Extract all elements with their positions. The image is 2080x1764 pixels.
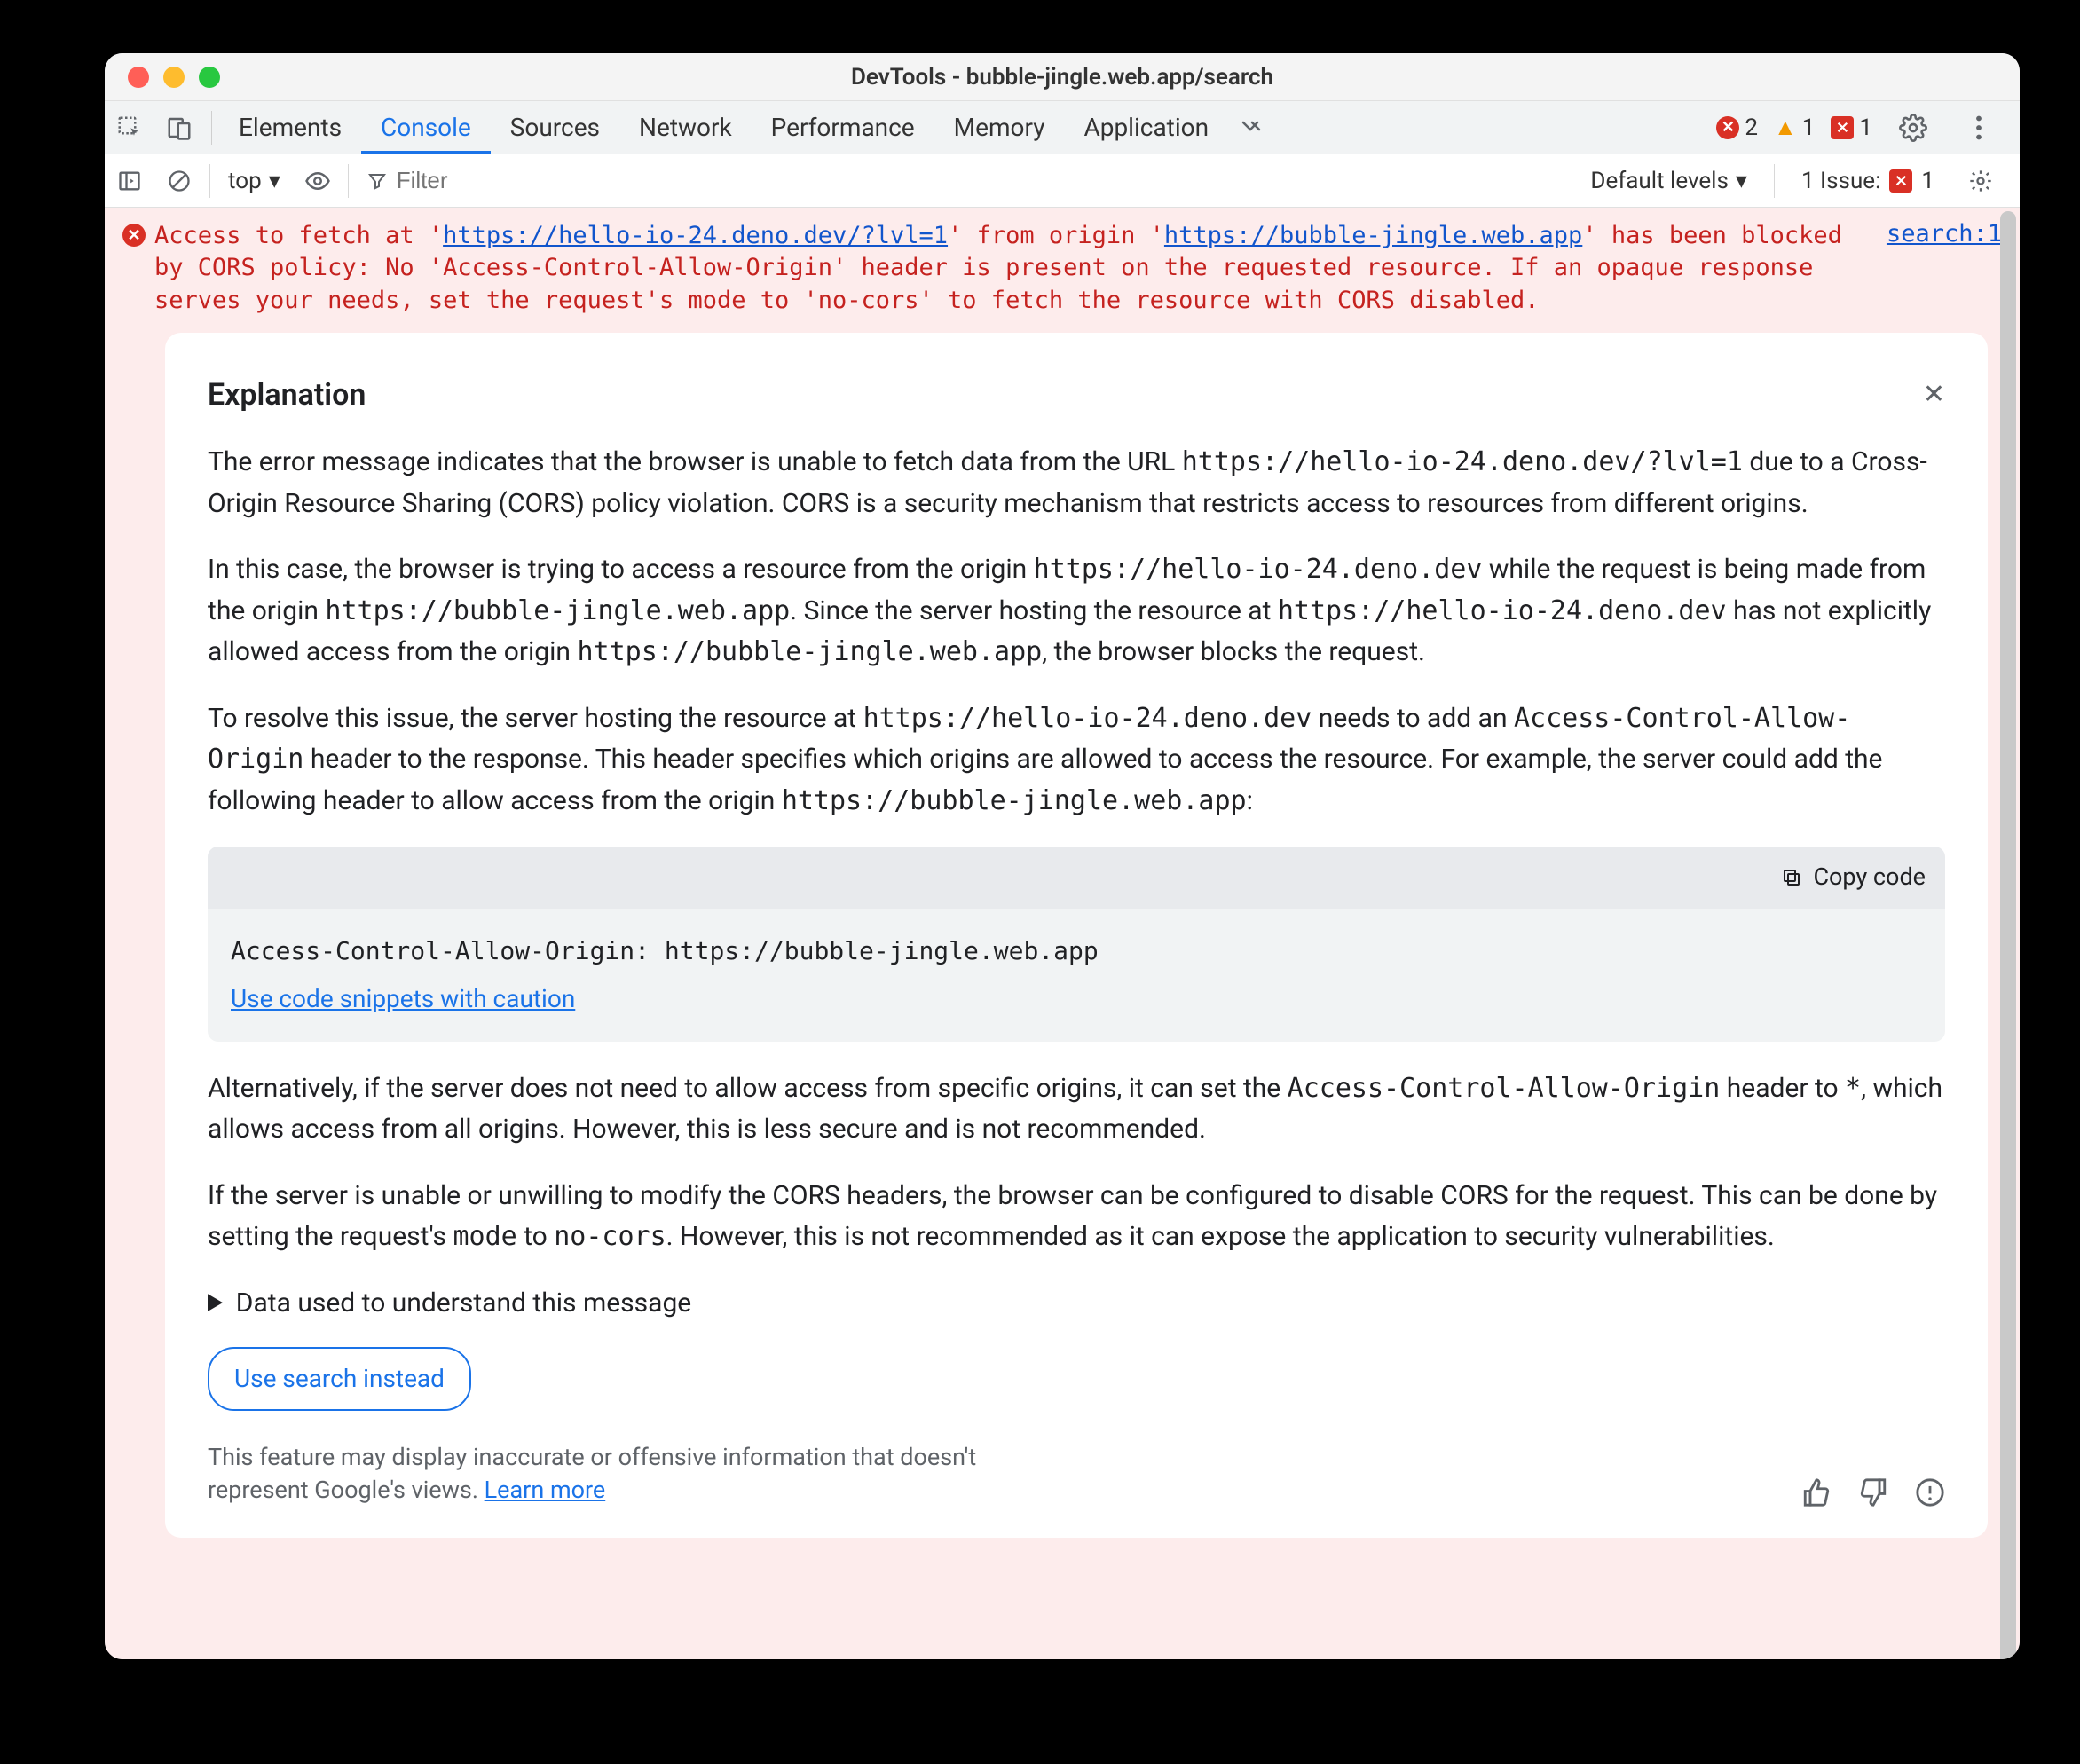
explanation-title: Explanation (208, 372, 366, 419)
explanation-para-3: To resolve this issue, the server hostin… (208, 698, 1945, 823)
code-content: Access-Control-Allow-Origin: https://bub… (208, 909, 1945, 979)
code-block: Copy code Access-Control-Allow-Origin: h… (208, 847, 1945, 1042)
clear-console-icon[interactable] (154, 169, 204, 193)
explanation-para-2: In this case, the browser is trying to a… (208, 549, 1945, 673)
window-title: DevTools - bubble-jingle.web.app/search (105, 64, 2020, 91)
more-tabs-icon[interactable] (1228, 119, 1278, 137)
explanation-para-4: Alternatively, if the server does not ne… (208, 1068, 1945, 1151)
error-badge-icon: ✕ (122, 224, 146, 247)
thumbs-up-icon[interactable] (1801, 1477, 1832, 1508)
tab-sources[interactable]: Sources (491, 101, 619, 154)
data-disclosure[interactable]: Data used to understand this message (208, 1283, 1945, 1348)
copy-icon (1781, 867, 1802, 888)
tab-elements[interactable]: Elements (219, 101, 361, 154)
disclaimer-text: This feature may display inaccurate or o… (208, 1441, 989, 1508)
console-toolbar: top ▾ Default levels ▾ 1 Issue: ⨯ 1 (105, 154, 2020, 208)
issues-count: 1 (1921, 168, 1934, 194)
tab-console[interactable]: Console (361, 101, 491, 154)
inspect-element-icon[interactable] (105, 114, 154, 141)
tab-performance[interactable]: Performance (752, 101, 934, 154)
error-source-link[interactable]: search:1 (1887, 220, 2002, 248)
chevron-down-icon: ▾ (269, 168, 280, 194)
warnings-counter[interactable]: ▲ 1 (1774, 114, 1815, 141)
filter-icon (366, 170, 388, 192)
error-dot-icon: ✕ (1716, 116, 1739, 139)
tab-application[interactable]: Application (1064, 101, 1228, 154)
learn-more-link[interactable]: Learn more (485, 1476, 606, 1504)
errors-counter[interactable]: ✕ 2 (1716, 114, 1758, 141)
issues-label: 1 Issue: (1801, 168, 1880, 194)
toggle-sidebar-icon[interactable] (105, 169, 154, 193)
thumbs-down-icon[interactable] (1858, 1477, 1888, 1508)
devtools-window: DevTools - bubble-jingle.web.app/search … (105, 53, 2020, 1659)
filter-input[interactable] (397, 167, 574, 194)
tab-network[interactable]: Network (619, 101, 752, 154)
error-link-fetch-url[interactable]: https://hello-io-24.deno.dev/?lvl=1 (443, 222, 948, 249)
settings-gear-icon[interactable] (1888, 114, 1938, 142)
errors-count: 2 (1745, 114, 1758, 141)
explanation-card: Explanation ✕ The error message indicate… (165, 333, 1988, 1538)
chevron-down-icon: ▾ (1736, 168, 1747, 194)
vertical-scrollbar[interactable] (1997, 208, 2020, 1659)
context-selector[interactable]: top ▾ (216, 168, 293, 194)
log-level-label: Default levels (1590, 168, 1729, 194)
issues-count-top: 1 (1859, 114, 1872, 141)
console-error-row[interactable]: ✕ Access to fetch at 'https://hello-io-2… (105, 208, 2020, 333)
issue-flag-icon: ⨯ (1889, 169, 1912, 193)
data-disclosure-summary[interactable]: Data used to understand this message (208, 1283, 1945, 1325)
report-issue-icon[interactable] (1915, 1477, 1945, 1508)
warning-triangle-icon: ▲ (1774, 114, 1797, 141)
code-caution-link[interactable]: Use code snippets with caution (231, 984, 575, 1013)
warnings-count: 1 (1802, 114, 1816, 141)
copy-code-button[interactable]: Copy code (1813, 859, 1926, 896)
context-label: top (228, 168, 262, 194)
console-body: ✕ Access to fetch at 'https://hello-io-2… (105, 208, 2020, 1659)
use-search-button[interactable]: Use search instead (208, 1347, 471, 1410)
error-message: Access to fetch at 'https://hello-io-24.… (154, 220, 1842, 317)
live-expression-icon[interactable] (293, 168, 343, 194)
close-explanation-button[interactable]: ✕ (1923, 374, 1945, 416)
issues-counter[interactable]: 1 Issue: ⨯ 1 (1801, 168, 1934, 194)
more-menu-icon[interactable] (1954, 115, 2004, 140)
console-settings-icon[interactable] (1956, 169, 2005, 193)
tab-memory[interactable]: Memory (934, 101, 1065, 154)
devtools-tabs: Elements Console Sources Network Perform… (105, 101, 2020, 154)
filter-wrap (354, 167, 587, 194)
issue-flag-icon: ⨯ (1831, 116, 1854, 139)
issues-counter-top[interactable]: ⨯ 1 (1831, 114, 1872, 141)
error-link-origin[interactable]: https://bubble-jingle.web.app (1164, 222, 1582, 249)
explanation-para-1: The error message indicates that the bro… (208, 442, 1945, 524)
explanation-para-5: If the server is unable or unwilling to … (208, 1176, 1945, 1258)
titlebar: DevTools - bubble-jingle.web.app/search (105, 53, 2020, 101)
log-level-selector[interactable]: Default levels ▾ (1590, 168, 1747, 194)
device-toolbar-icon[interactable] (154, 114, 204, 141)
